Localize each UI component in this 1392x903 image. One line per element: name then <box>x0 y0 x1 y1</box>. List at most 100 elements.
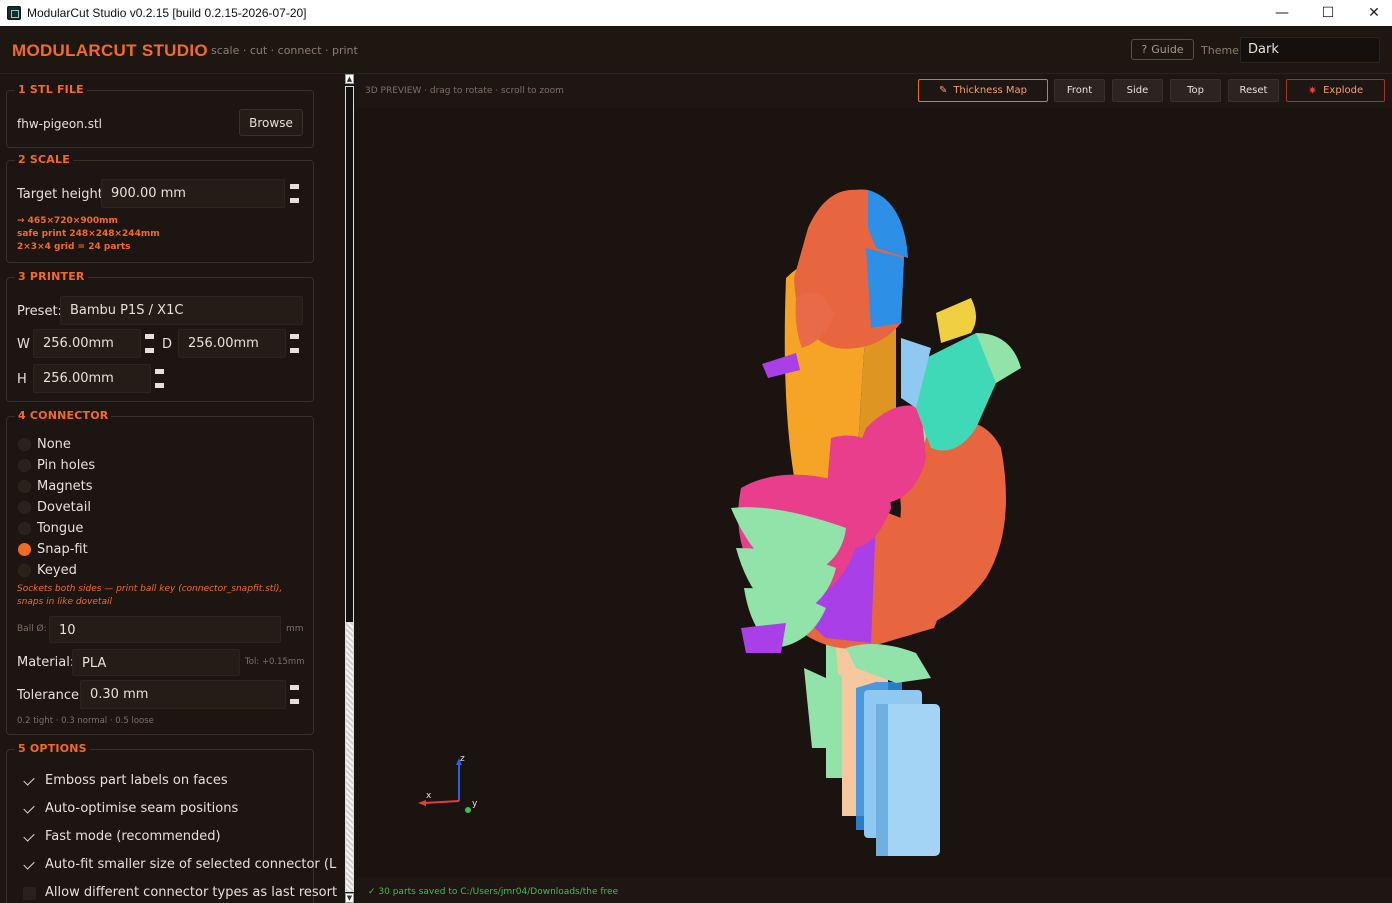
browse-button[interactable]: Browse <box>239 109 303 136</box>
radio-dovetail[interactable] <box>18 501 31 514</box>
connector-option-label: Keyed <box>37 563 77 578</box>
axis-x-label: x <box>426 791 432 801</box>
height-label: H <box>17 372 27 387</box>
maximize-button[interactable]: ☐ <box>1305 0 1351 26</box>
preset-label: Preset: <box>17 304 62 319</box>
axis-z-label: z <box>460 754 465 764</box>
viewport-toolbar: 3D PREVIEW · drag to rotate · scroll to … <box>356 74 1392 108</box>
window-title: ModularCut Studio v0.2.15 [build 0.2.15-… <box>27 6 307 20</box>
axis-y-label: y <box>472 799 478 809</box>
burst-icon: ✷ <box>1307 84 1318 97</box>
view-front-button[interactable]: Front <box>1054 79 1105 102</box>
options-section: 5 OPTIONS Emboss part labels on faces Au… <box>6 742 337 903</box>
section-title-options: 5 OPTIONS <box>15 742 90 755</box>
section-title-stl: 1 STL FILE <box>15 83 87 96</box>
radio-pin-holes[interactable] <box>18 459 31 472</box>
radio-tongue[interactable] <box>18 522 31 535</box>
brand-tagline: scale · cut · connect · print <box>211 44 358 57</box>
window-titlebar: ModularCut Studio v0.2.15 [build 0.2.15-… <box>0 0 1392 26</box>
checkbox-fast-mode[interactable] <box>23 831 36 844</box>
reset-view-button[interactable]: Reset <box>1228 79 1279 102</box>
printer-width-input[interactable]: 256.00mm <box>33 329 141 358</box>
app-header: MODULARCUT STUDIO scale · cut · connect … <box>0 26 1392 74</box>
connector-option-label: Magnets <box>37 479 93 494</box>
printer-preset-select[interactable]: Bambu P1S / X1C <box>60 296 303 325</box>
pigeon-model-render: z x y <box>418 189 1021 856</box>
connector-option-label: None <box>37 437 71 452</box>
printer-depth-stepper[interactable] <box>286 329 303 358</box>
ball-diameter-unit: mm <box>286 624 304 634</box>
connector-option-label: Tongue <box>37 521 84 536</box>
material-label: Material: <box>17 655 75 670</box>
guide-label: Guide <box>1151 43 1184 56</box>
printer-height-stepper[interactable] <box>151 364 168 393</box>
view-top-button[interactable]: Top <box>1170 79 1221 102</box>
view-side-button[interactable]: Side <box>1112 79 1163 102</box>
radio-snap-fit[interactable] <box>18 543 31 556</box>
connector-option-label: Dovetail <box>37 500 91 515</box>
ball-diameter-label: Ball Ø: <box>17 624 47 634</box>
explode-label: Explode <box>1323 85 1364 96</box>
viewport-caption: 3D PREVIEW · drag to rotate · scroll to … <box>365 86 564 96</box>
scroll-down-arrow[interactable]: ▼ <box>345 893 354 903</box>
printer-section: 3 PRINTER Preset: Bambu P1S / X1C W 256.… <box>6 270 314 402</box>
settings-panel: 1 STL FILE fhw-pigeon.stl Browse 2 SCALE… <box>0 74 343 903</box>
theme-select[interactable]: Dark <box>1240 37 1380 63</box>
guide-button[interactable]: ? Guide <box>1131 39 1194 60</box>
option-label: Emboss part labels on faces <box>45 773 228 788</box>
target-height-stepper[interactable] <box>286 179 303 208</box>
scale-section: 2 SCALE Target height: 900.00 mm → 465×7… <box>6 153 314 263</box>
printer-depth-input[interactable]: 256.00mm <box>178 329 286 358</box>
width-label: W <box>17 337 30 352</box>
connector-option-label: Pin holes <box>37 458 96 473</box>
checkbox-optimise-seams[interactable] <box>23 803 36 816</box>
connector-option-label: Snap-fit <box>37 542 88 557</box>
section-title-scale: 2 SCALE <box>15 153 73 166</box>
theme-label: Theme <box>1201 44 1239 57</box>
checkbox-emboss-labels[interactable] <box>23 775 36 788</box>
scale-dimensions: → 465×720×900mm <box>17 216 118 226</box>
brand-title: MODULARCUT STUDIO <box>12 41 208 60</box>
target-height-label: Target height: <box>17 187 108 202</box>
printer-width-stepper[interactable] <box>141 329 158 358</box>
material-select[interactable]: PLA <box>72 649 240 676</box>
section-title-connector: 4 CONNECTOR <box>15 409 112 422</box>
connector-section: 4 CONNECTOR None Pin holes Magnets Dovet… <box>6 409 314 735</box>
minimize-button[interactable]: — <box>1259 0 1305 26</box>
3d-canvas[interactable]: z x y <box>356 108 1392 878</box>
thickness-map-button[interactable]: ✎ Thickness Map <box>918 79 1048 102</box>
scroll-thumb[interactable] <box>345 622 354 892</box>
settings-scrollbar[interactable]: ▲ ▼ <box>343 74 356 903</box>
app-icon <box>7 6 21 20</box>
status-bar: ✓ 30 parts saved to C:/Users/jmr04/Downl… <box>356 878 1392 903</box>
explode-button[interactable]: ✷ Explode <box>1286 79 1385 102</box>
radio-keyed[interactable] <box>18 564 31 577</box>
help-icon: ? <box>1141 43 1148 56</box>
tolerance-input[interactable]: 0.30 mm <box>80 680 286 709</box>
option-label: Auto-fit smaller size of selected connec… <box>45 857 337 872</box>
close-button[interactable]: ✕ <box>1351 0 1392 26</box>
scale-grid: 2×3×4 grid = 24 parts <box>17 242 131 252</box>
tolerance-hint-small: Tol: +0.15mm <box>245 657 305 667</box>
radio-none[interactable] <box>18 438 31 451</box>
target-height-input[interactable]: 900.00 mm <box>101 179 285 208</box>
thickness-map-label: Thickness Map <box>953 85 1028 96</box>
depth-label: D <box>162 337 173 352</box>
ball-diameter-input[interactable]: 10 <box>49 616 281 643</box>
preview-viewport: 3D PREVIEW · drag to rotate · scroll to … <box>356 74 1392 903</box>
section-title-printer: 3 PRINTER <box>15 270 88 283</box>
status-message: ✓ 30 parts saved to C:/Users/jmr04/Downl… <box>368 887 619 897</box>
printer-height-input[interactable]: 256.00mm <box>33 364 151 393</box>
radio-magnets[interactable] <box>18 480 31 493</box>
scroll-up-arrow[interactable]: ▲ <box>345 74 354 84</box>
tolerance-stepper[interactable] <box>286 680 303 709</box>
scale-safe-print: safe print 248×248×244mm <box>17 229 160 239</box>
paintbrush-icon: ✎ <box>938 85 948 96</box>
option-label: Fast mode (recommended) <box>45 829 221 844</box>
checkbox-mixed-connectors[interactable] <box>23 887 36 900</box>
checkbox-auto-fit-connector[interactable] <box>23 859 36 872</box>
stl-filename: fhw-pigeon.stl <box>17 117 102 131</box>
option-label: Allow different connector types as last … <box>45 885 338 900</box>
connector-description: Sockets both sides — print ball key (con… <box>17 584 283 607</box>
stl-file-section: 1 STL FILE fhw-pigeon.stl Browse <box>6 83 314 148</box>
